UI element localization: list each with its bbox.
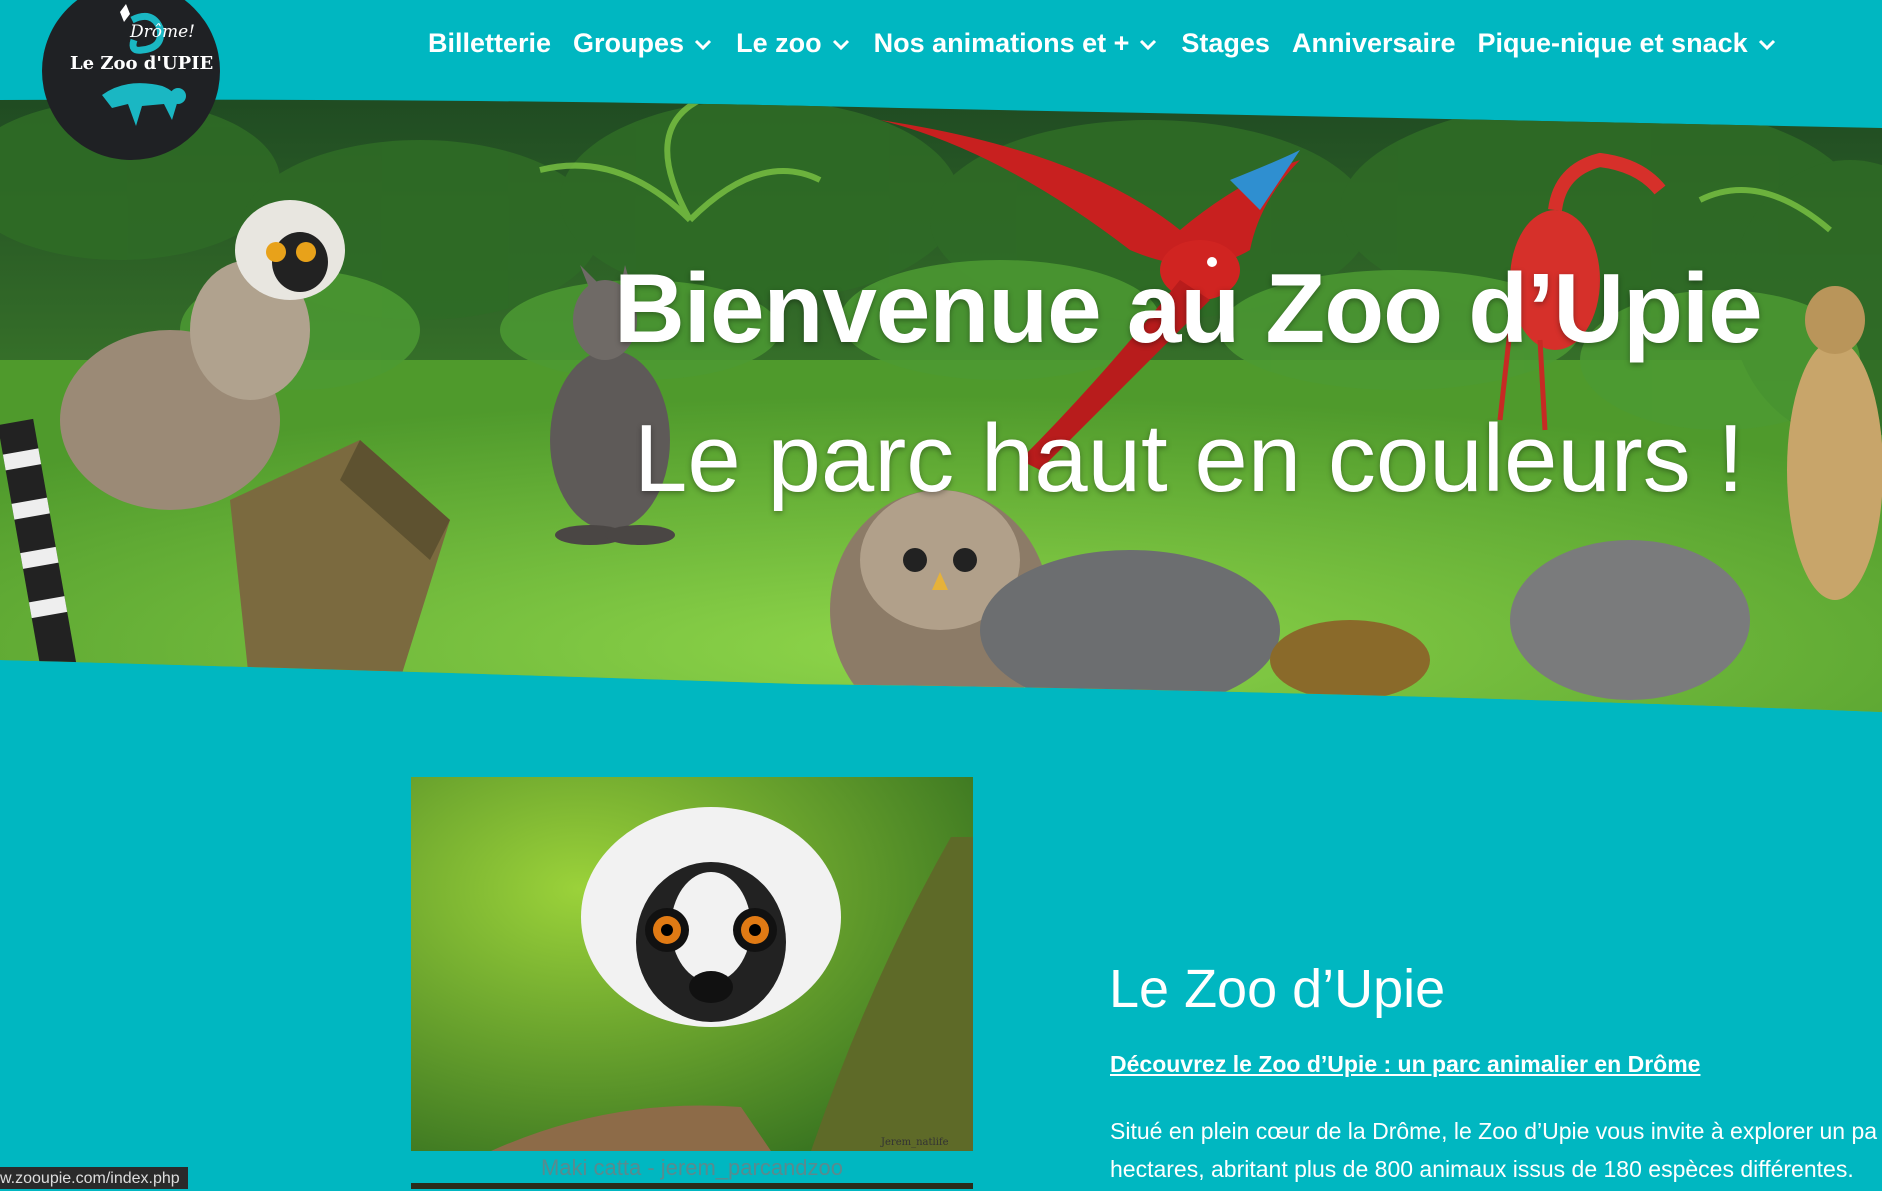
nav-item-label: Nos animations et + bbox=[873, 28, 1130, 58]
photo-watermark: Jerem_natlife bbox=[880, 1137, 949, 1148]
nav-item-label: Le zoo bbox=[736, 28, 822, 58]
lemur-photo: Jerem_natlife bbox=[411, 777, 973, 1151]
logo-tagline: Drôme! bbox=[130, 22, 196, 42]
photo-caption: Maki catta - jerem_parcandzoo bbox=[540, 1155, 844, 1180]
logo-brand-text: Le Zoo d'UPIE bbox=[70, 53, 214, 74]
intro-paragraph: Situé en plein cœur de la Drôme, le Zoo … bbox=[1110, 1112, 1882, 1188]
nav-item-le-zoo[interactable]: Le zoo bbox=[736, 28, 852, 59]
nav-item-billetterie[interactable]: Billetterie bbox=[428, 28, 551, 59]
discover-link[interactable]: Découvrez le Zoo d’Upie : un parc animal… bbox=[1110, 1051, 1700, 1078]
chevron-down-icon bbox=[832, 39, 849, 50]
nav-item-label: Groupes bbox=[573, 28, 685, 58]
nav-item-label: Pique-nique et snack bbox=[1477, 28, 1748, 58]
intro-line-2: hectares, abritant plus de 800 animaux i… bbox=[1110, 1156, 1854, 1182]
nav-item-stages[interactable]: Stages bbox=[1181, 28, 1270, 59]
main-nav: Billetterie Groupes Le zoo Nos animation… bbox=[428, 28, 1778, 59]
status-bar-url: w.zooupie.com/index.php bbox=[0, 1167, 188, 1189]
chevron-down-icon bbox=[1758, 39, 1775, 50]
nav-item-groupes[interactable]: Groupes bbox=[573, 28, 714, 59]
hero-subtitle: Le parc haut en couleurs ! bbox=[634, 405, 1745, 512]
nav-item-label: Anniversaire bbox=[1291, 28, 1456, 58]
nav-item-pique-nique[interactable]: Pique-nique et snack bbox=[1478, 28, 1778, 59]
nav-item-anniversaire[interactable]: Anniversaire bbox=[1292, 28, 1456, 59]
section-title: Le Zoo d’Upie bbox=[1109, 959, 1446, 1019]
next-photo-edge bbox=[411, 1183, 973, 1189]
nav-item-label: Billetterie bbox=[428, 28, 552, 58]
nav-item-animations[interactable]: Nos animations et + bbox=[874, 28, 1160, 59]
intro-line-1: Situé en plein cœur de la Drôme, le Zoo … bbox=[1110, 1118, 1878, 1144]
chevron-down-icon bbox=[695, 39, 712, 50]
chevron-down-icon bbox=[1140, 39, 1157, 50]
hero-title: Bienvenue au Zoo d’Upie bbox=[614, 253, 1763, 363]
nav-item-label: Stages bbox=[1181, 28, 1270, 58]
